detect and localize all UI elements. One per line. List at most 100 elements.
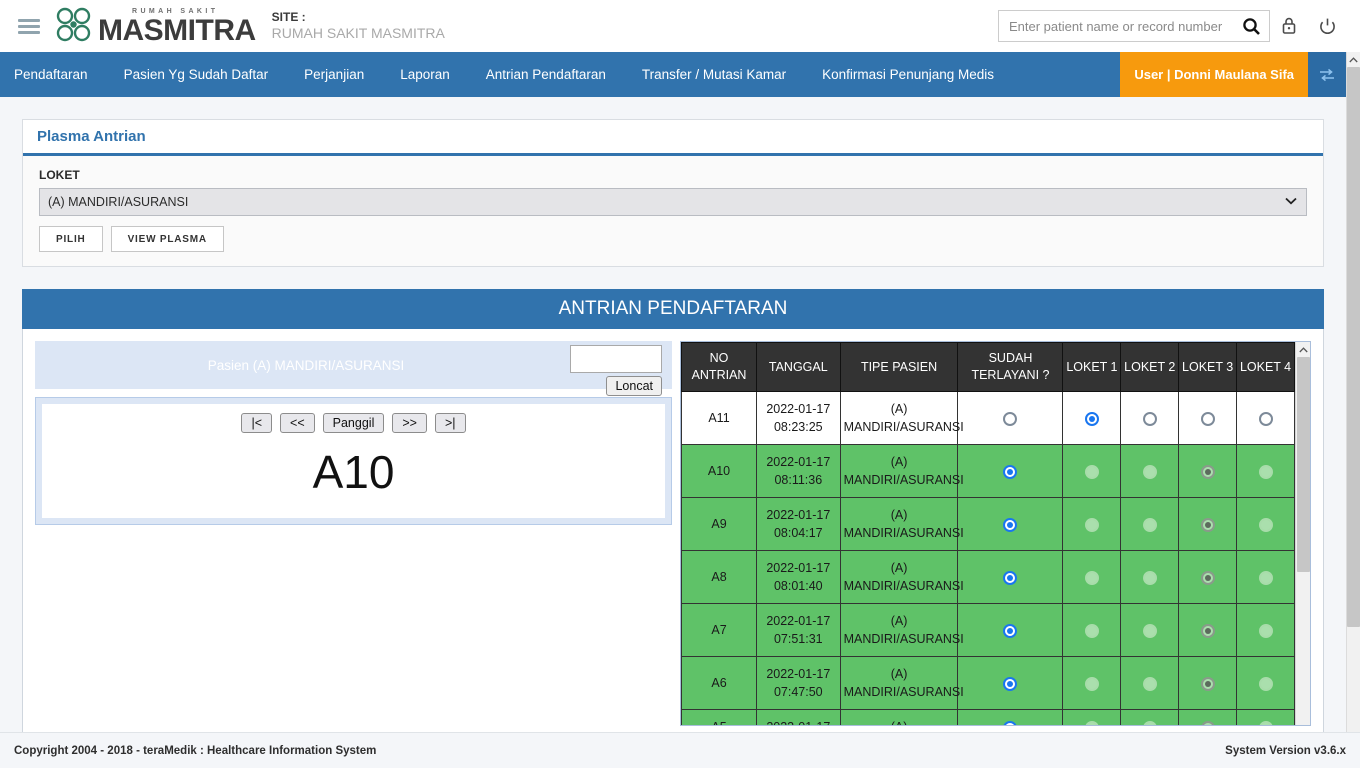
table-scrollbar[interactable] — [1295, 342, 1310, 725]
cell-sudah-terlayani[interactable] — [957, 656, 1064, 710]
cell-loket-1[interactable] — [1062, 391, 1122, 445]
antrian-table-scroll[interactable]: NO ANTRIAN TANGGAL TIPE PASIEN SUDAH TER… — [681, 342, 1295, 725]
table-scroll-thumb[interactable] — [1296, 357, 1310, 572]
cell-loket-4[interactable] — [1236, 550, 1295, 604]
cell-loket-1[interactable] — [1062, 497, 1122, 551]
cell-loket-1-radio[interactable] — [1084, 464, 1099, 479]
cell-loket-4-radio[interactable] — [1258, 411, 1273, 426]
cell-loket-2[interactable] — [1120, 603, 1180, 657]
cell-loket-1-radio[interactable] — [1084, 517, 1099, 532]
cell-loket-4[interactable] — [1236, 656, 1295, 710]
cell-sudah-terlayani-radio[interactable] — [1003, 464, 1018, 479]
cell-sudah-terlayani-radio[interactable] — [1003, 720, 1018, 725]
cell-loket-2-radio[interactable] — [1142, 623, 1157, 638]
cell-sudah-terlayani[interactable] — [957, 497, 1064, 551]
cell-sudah-terlayani-radio[interactable] — [1003, 676, 1018, 691]
cell-loket-4-radio[interactable] — [1258, 623, 1273, 638]
user-menu-button[interactable]: User | Donni Maulana Sifa — [1120, 52, 1308, 97]
nav-item-perjanjian[interactable]: Perjanjian — [286, 52, 382, 97]
cell-loket-4-radio[interactable] — [1258, 676, 1273, 691]
cell-loket-3-radio[interactable] — [1200, 464, 1215, 479]
cell-loket-3-radio[interactable] — [1200, 570, 1215, 585]
cell-sudah-terlayani[interactable] — [957, 709, 1064, 725]
cell-loket-4[interactable] — [1236, 497, 1295, 551]
cell-sudah-terlayani[interactable] — [957, 391, 1064, 445]
cell-loket-4[interactable] — [1236, 391, 1295, 445]
search-icon[interactable] — [1242, 17, 1261, 36]
nav-item-pendaftaran[interactable]: Pendaftaran — [0, 52, 106, 97]
cell-loket-3[interactable] — [1178, 709, 1238, 725]
cell-loket-1-radio[interactable] — [1084, 623, 1099, 638]
cell-loket-2-radio[interactable] — [1142, 411, 1157, 426]
cell-loket-4-radio[interactable] — [1258, 464, 1273, 479]
cell-loket-4[interactable] — [1236, 709, 1295, 725]
cell-loket-2[interactable] — [1120, 391, 1180, 445]
page-scroll-up-icon[interactable] — [1349, 52, 1358, 67]
cell-sudah-terlayani-radio[interactable] — [1003, 517, 1018, 532]
pilih-button[interactable]: PILIH — [39, 226, 103, 252]
cell-loket-2[interactable] — [1120, 709, 1180, 725]
cell-loket-3-radio[interactable] — [1200, 517, 1215, 532]
brand-logo[interactable]: RUMAH SAKIT MASMITRA — [52, 5, 256, 47]
cell-loket-1-radio[interactable] — [1084, 676, 1099, 691]
prev-button[interactable]: << — [280, 413, 315, 433]
nav-item-antrian-pendaftaran[interactable]: Antrian Pendaftaran — [468, 52, 624, 97]
hamburger-icon[interactable] — [18, 18, 40, 34]
cell-loket-4-radio[interactable] — [1258, 720, 1273, 725]
nav-item-konfirmasi-penunjang-medis[interactable]: Konfirmasi Penunjang Medis — [804, 52, 1012, 97]
cell-loket-1[interactable] — [1062, 656, 1122, 710]
cell-sudah-terlayani-radio[interactable] — [1003, 411, 1018, 426]
cell-loket-1[interactable] — [1062, 603, 1122, 657]
cell-loket-4[interactable] — [1236, 603, 1295, 657]
cell-loket-2-radio[interactable] — [1142, 676, 1157, 691]
last-button[interactable]: >| — [434, 413, 466, 433]
cell-loket-4-radio[interactable] — [1258, 570, 1273, 585]
cell-loket-2-radio[interactable] — [1142, 570, 1157, 585]
cell-loket-3[interactable] — [1178, 497, 1238, 551]
cell-loket-1-radio[interactable] — [1084, 411, 1099, 426]
cell-sudah-terlayani[interactable] — [957, 603, 1064, 657]
cell-loket-3[interactable] — [1178, 656, 1238, 710]
scroll-up-icon[interactable] — [1298, 342, 1308, 357]
cell-loket-2[interactable] — [1120, 444, 1180, 498]
swap-refresh-icon[interactable] — [1308, 52, 1346, 97]
page-scroll-thumb[interactable] — [1347, 67, 1360, 627]
cell-loket-2[interactable] — [1120, 550, 1180, 604]
cell-loket-2-radio[interactable] — [1142, 464, 1157, 479]
loncat-button[interactable]: Loncat — [606, 376, 662, 396]
cell-sudah-terlayani[interactable] — [957, 444, 1064, 498]
lock-icon[interactable] — [1270, 10, 1308, 42]
first-button[interactable]: |< — [241, 413, 273, 433]
view-plasma-button[interactable]: VIEW PLASMA — [110, 226, 224, 252]
cell-loket-1-radio[interactable] — [1084, 570, 1099, 585]
cell-loket-1[interactable] — [1062, 709, 1122, 725]
cell-loket-3-radio[interactable] — [1200, 676, 1215, 691]
cell-loket-3[interactable] — [1178, 603, 1238, 657]
search-input[interactable] — [1007, 17, 1242, 35]
cell-loket-2-radio[interactable] — [1142, 517, 1157, 532]
cell-sudah-terlayani-radio[interactable] — [1003, 623, 1018, 638]
loncat-input[interactable] — [570, 345, 662, 373]
cell-loket-2[interactable] — [1120, 656, 1180, 710]
page-scrollbar[interactable] — [1346, 52, 1360, 768]
cell-loket-3-radio[interactable] — [1200, 720, 1215, 725]
cell-loket-1[interactable] — [1062, 444, 1122, 498]
panggil-button[interactable]: Panggil — [322, 413, 385, 433]
cell-loket-4[interactable] — [1236, 444, 1295, 498]
nav-item-pasien-yg-sudah-daftar[interactable]: Pasien Yg Sudah Daftar — [106, 52, 287, 97]
power-icon[interactable] — [1308, 10, 1346, 42]
cell-loket-3[interactable] — [1178, 391, 1238, 445]
search-box[interactable] — [998, 10, 1270, 42]
nav-item-transfer-mutasi-kamar[interactable]: Transfer / Mutasi Kamar — [624, 52, 804, 97]
cell-sudah-terlayani[interactable] — [957, 550, 1064, 604]
cell-loket-1[interactable] — [1062, 550, 1122, 604]
cell-loket-1-radio[interactable] — [1084, 720, 1099, 725]
cell-loket-3[interactable] — [1178, 444, 1238, 498]
cell-sudah-terlayani-radio[interactable] — [1003, 570, 1018, 585]
cell-loket-2-radio[interactable] — [1142, 720, 1157, 725]
cell-loket-3-radio[interactable] — [1200, 411, 1215, 426]
cell-loket-4-radio[interactable] — [1258, 517, 1273, 532]
cell-loket-2[interactable] — [1120, 497, 1180, 551]
cell-loket-3[interactable] — [1178, 550, 1238, 604]
nav-item-laporan[interactable]: Laporan — [382, 52, 468, 97]
